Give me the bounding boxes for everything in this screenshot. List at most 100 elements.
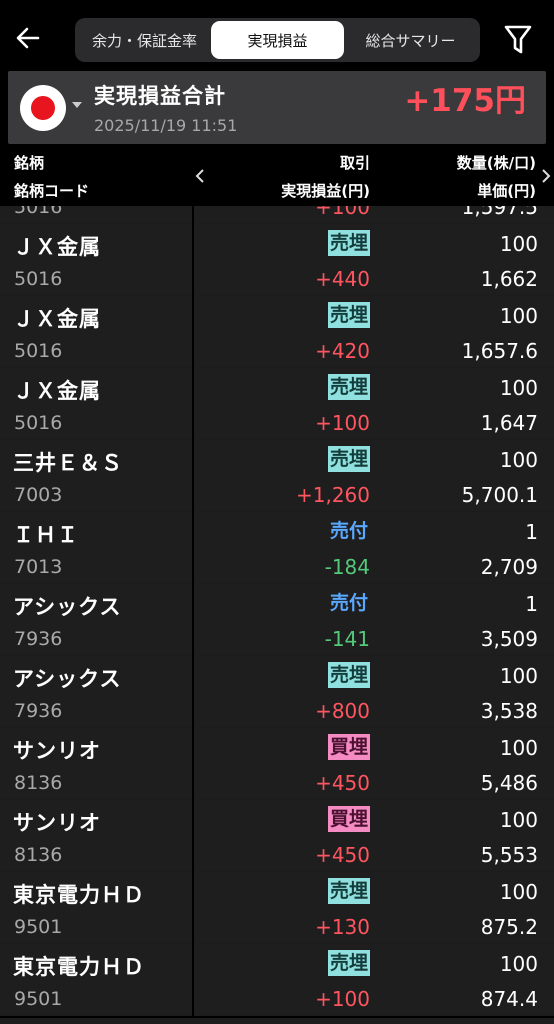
realized-pnl: -184: [324, 555, 370, 579]
unit-price: 5,553: [480, 843, 538, 867]
trade-badge: 売埋: [327, 302, 370, 328]
unit-price: 875.2: [480, 915, 538, 939]
stock-name: アシックス: [13, 595, 122, 619]
tab-realized-pnl[interactable]: 実現損益: [211, 21, 344, 59]
stock-code: 8136: [14, 772, 63, 794]
col-trade: 取引: [339, 154, 370, 172]
table-row[interactable]: アシックス 7936 売埋 +800 100 3,538: [0, 656, 554, 728]
table-row[interactable]: サンリオ 8136 買埋 +450 100 5,486: [0, 728, 554, 800]
table-row[interactable]: ＪＸ金属 5016 売埋 +440 100 1,662: [0, 224, 554, 296]
trade-badge: 売埋: [327, 446, 370, 472]
quantity: 1: [525, 592, 538, 616]
stock-code: 7936: [14, 628, 63, 650]
trade-table[interactable]: ＪＸ金属5016売埋+1001001,597.5ＪＸ金属5016売埋+44010…: [0, 206, 554, 1024]
unit-price: 1,597.5: [461, 206, 538, 219]
stock-code: 7003: [14, 484, 63, 506]
stock-code: 9501: [14, 988, 63, 1010]
stock-name: 東京電力ＨＤ: [13, 955, 145, 979]
top-bar: 余力・保証金率 実現損益 総合サマリー: [0, 0, 554, 78]
filter-icon[interactable]: [503, 22, 533, 56]
quantity: 100: [499, 736, 538, 760]
stock-name: サンリオ: [13, 811, 101, 835]
stock-code: 7013: [14, 556, 63, 578]
stock-name: 東京電力ＨＤ: [13, 883, 145, 907]
realized-pnl: +100: [315, 206, 370, 219]
stock-code: 7936: [14, 700, 63, 722]
bottom-strip: [0, 1018, 554, 1024]
col-name: 銘柄: [14, 154, 45, 172]
trade-badge: 買埋: [327, 806, 370, 832]
stock-name: アシックス: [13, 667, 122, 691]
realized-pnl: +130: [315, 915, 370, 939]
tab-summary[interactable]: 総合サマリー: [344, 21, 477, 59]
stock-name: ＩＨＩ: [13, 523, 79, 547]
trade-badge: 売埋: [327, 230, 370, 256]
chevron-right-icon[interactable]: [540, 168, 552, 184]
realized-pnl: +800: [315, 699, 370, 723]
trade-badge: 売付: [329, 592, 368, 614]
quantity: 100: [499, 376, 538, 400]
unit-price: 3,509: [480, 627, 538, 651]
trade-badge: 売付: [329, 520, 368, 542]
realized-pnl: +450: [315, 843, 370, 867]
table-row[interactable]: ＪＸ金属 5016 売埋 +420 100 1,657.6: [0, 296, 554, 368]
column-header: 銘柄 銘柄コード 取引 実現損益(円) 数量(株/口) 単価(円): [0, 146, 554, 206]
trade-badge: 売埋: [327, 950, 370, 976]
realized-pnl: +450: [315, 771, 370, 795]
unit-price: 2,709: [480, 555, 538, 579]
quantity: 1: [525, 520, 538, 544]
chevron-down-icon[interactable]: [72, 102, 82, 108]
pnl-summary-card: 実現損益合計 2025/11/19 11:51 +175円: [8, 71, 546, 144]
table-row[interactable]: サンリオ 8136 買埋 +450 100 5,553: [0, 800, 554, 872]
stock-name: ＪＸ金属: [13, 235, 101, 259]
realized-pnl: -141: [324, 627, 370, 651]
stock-code: 5016: [14, 206, 63, 218]
realized-pnl: +440: [315, 267, 370, 291]
quantity: 100: [499, 304, 538, 328]
stock-name: ＪＸ金属: [13, 379, 101, 403]
japan-flag-icon[interactable]: [20, 85, 66, 131]
trade-badge: 売埋: [327, 662, 370, 688]
unit-price: 5,486: [480, 771, 538, 795]
segment-tabs: 余力・保証金率 実現損益 総合サマリー: [75, 18, 480, 62]
stock-code: 5016: [14, 268, 63, 290]
stock-name: サンリオ: [13, 739, 101, 763]
unit-price: 874.4: [480, 987, 538, 1011]
tab-margin-ratio[interactable]: 余力・保証金率: [78, 21, 211, 59]
table-row[interactable]: 三井Ｅ＆Ｓ 7003 売埋 +1,260 100 5,700.1: [0, 440, 554, 512]
stock-name: 三井Ｅ＆Ｓ: [13, 451, 123, 475]
col-pnl: 実現損益(円): [281, 182, 370, 200]
unit-price: 1,647: [480, 411, 538, 435]
table-row[interactable]: 東京電力ＨＤ 9501 売埋 +100 100 874.4: [0, 944, 554, 1016]
quantity: 100: [499, 232, 538, 256]
chevron-left-icon[interactable]: [194, 168, 206, 184]
table-row[interactable]: 東京電力ＨＤ 9501 売埋 +130 100 875.2: [0, 872, 554, 944]
realized-pnl: +100: [315, 411, 370, 435]
unit-price: 1,657.6: [461, 339, 538, 363]
unit-price: 1,662: [480, 267, 538, 291]
summary-total: +175円: [404, 83, 526, 119]
quantity: 100: [499, 664, 538, 688]
back-arrow-icon[interactable]: [12, 22, 44, 54]
trade-badge: 売埋: [327, 878, 370, 904]
col-price: 単価(円): [477, 182, 536, 200]
table-row[interactable]: ＪＸ金属5016売埋+1001001,597.5: [0, 206, 554, 224]
summary-datetime: 2025/11/19 11:51: [94, 116, 238, 135]
trade-rows: ＪＸ金属5016売埋+1001001,597.5ＪＸ金属5016売埋+44010…: [0, 206, 554, 1016]
realized-pnl: +420: [315, 339, 370, 363]
quantity: 100: [499, 880, 538, 904]
stock-code: 8136: [14, 844, 63, 866]
col-qty: 数量(株/口): [456, 154, 536, 172]
quantity: 100: [499, 808, 538, 832]
trade-badge: 買埋: [327, 734, 370, 760]
realized-pnl: +100: [315, 987, 370, 1011]
table-row[interactable]: ＩＨＩ 7013 売付 -184 1 2,709: [0, 512, 554, 584]
stock-name: ＪＸ金属: [13, 307, 101, 331]
table-row[interactable]: アシックス 7936 売付 -141 1 3,509: [0, 584, 554, 656]
realized-pnl: +1,260: [295, 483, 370, 507]
stock-code: 5016: [14, 340, 63, 362]
quantity: 100: [499, 448, 538, 472]
stock-code: 9501: [14, 916, 63, 938]
table-row[interactable]: ＪＸ金属 5016 売埋 +100 100 1,647: [0, 368, 554, 440]
unit-price: 5,700.1: [461, 483, 538, 507]
